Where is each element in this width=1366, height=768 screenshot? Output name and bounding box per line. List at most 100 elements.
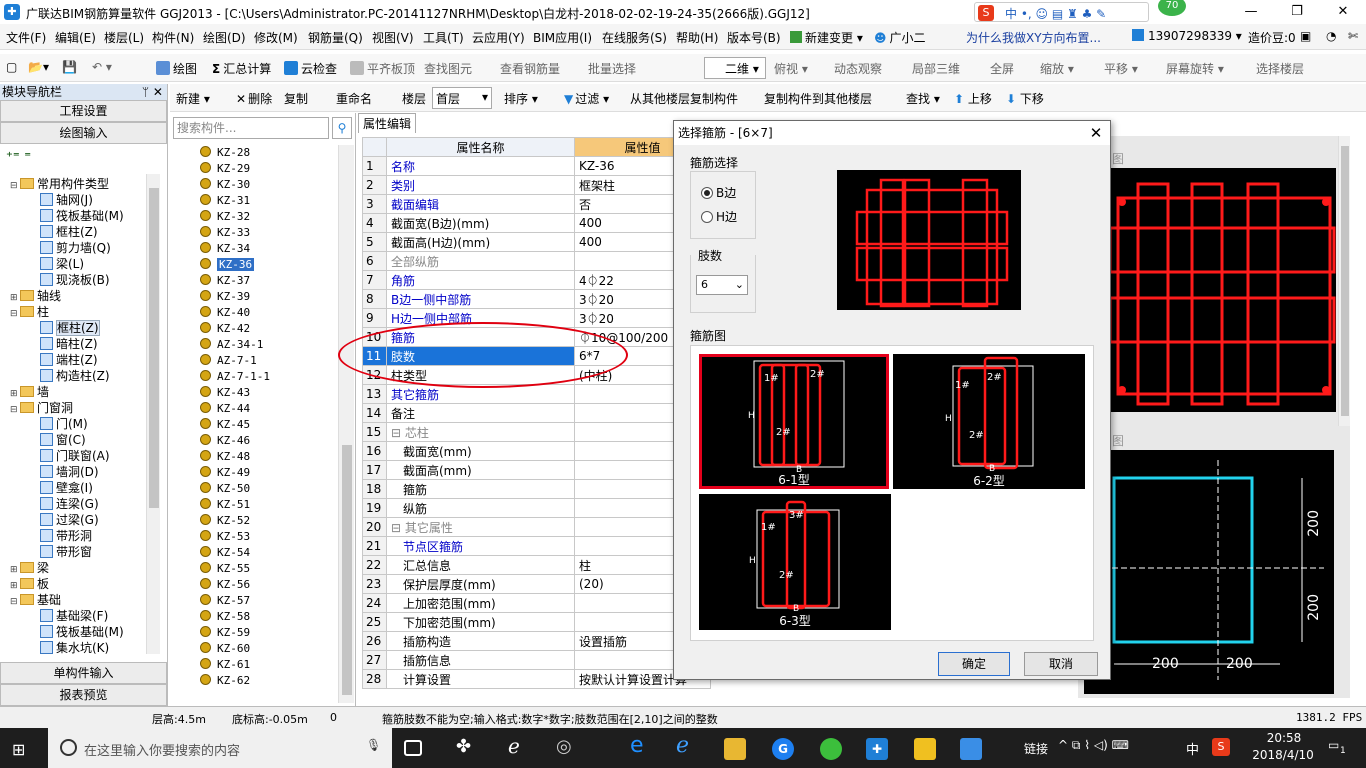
undo-icon[interactable]: ↶ ▾ (92, 60, 112, 74)
thumb-icon[interactable]: ◔ (1326, 29, 1336, 43)
spiral-app-icon[interactable]: ◎ (556, 736, 578, 758)
minimize-button[interactable]: — (1228, 2, 1274, 22)
flat-board-button[interactable]: 平齐板顶 (350, 60, 415, 77)
tree-item[interactable]: 暗柱(Z) (40, 336, 98, 352)
green-app-icon[interactable] (820, 738, 842, 760)
menu-tools[interactable]: 工具(T) (423, 29, 464, 46)
component-list-item[interactable]: KZ-60 (200, 641, 250, 657)
component-list-item[interactable]: KZ-58 (200, 609, 250, 625)
tree-item[interactable]: 框柱(Z) (40, 224, 98, 240)
tree-item[interactable]: 连梁(G) (40, 496, 99, 512)
new-file-icon[interactable]: ▢ (6, 60, 17, 74)
tree-item[interactable]: 构造柱(Z) (40, 368, 110, 384)
menu-help[interactable]: 帮助(H) (676, 29, 718, 46)
fullscreen-button[interactable]: 全屏 (990, 60, 1014, 77)
tray-icons[interactable]: ^ ⧉ ⌇ ◁) ⌨ (1058, 738, 1129, 753)
tree-item[interactable]: ⊞ 梁 (10, 560, 49, 576)
file-explorer-icon[interactable] (724, 738, 746, 760)
collapse-icon[interactable]: ⊟ (10, 402, 20, 418)
component-list-item[interactable]: KZ-53 (200, 529, 250, 545)
property-row[interactable]: 18 箍筋 (362, 479, 711, 499)
delete-button[interactable]: ✕ 删除 (236, 90, 272, 107)
project-settings-button[interactable]: 工程设置 (0, 100, 167, 122)
tree-item[interactable]: 轴网(J) (40, 192, 93, 208)
radio-h-edge[interactable]: H边 (701, 208, 737, 225)
copy-button[interactable]: 复制 (284, 90, 308, 107)
component-list-item[interactable]: KZ-57 (200, 593, 250, 609)
menu-draw[interactable]: 绘图(D) (203, 29, 246, 46)
filter-button[interactable]: ▼ 过滤 ▾ (564, 90, 609, 107)
tree-item[interactable]: ⊟ 柱 (10, 304, 49, 320)
component-list-item[interactable]: KZ-33 (200, 225, 250, 241)
component-list-item[interactable]: KZ-42 (200, 321, 250, 337)
component-search-input[interactable]: 搜索构件... (173, 117, 329, 139)
menu-component[interactable]: 构件(N) (152, 29, 194, 46)
new-component-button[interactable]: 新建 ▾ (176, 90, 210, 107)
property-editor-tab[interactable]: 属性编辑 (358, 113, 416, 133)
tree-item[interactable]: 筏板基础(M) (40, 624, 124, 640)
property-row[interactable]: 14 备注 (362, 403, 711, 423)
radio-b-edge[interactable]: B边 (701, 184, 736, 201)
menu-file[interactable]: 文件(F) (6, 29, 46, 46)
property-row[interactable]: 5 截面高(H边)(mm) 400 (362, 232, 711, 252)
tree-item[interactable]: ⊟ 常用构件类型 (10, 176, 109, 192)
menu-new-change[interactable]: 新建变更 ▾ (790, 29, 863, 46)
property-row[interactable]: 2 类别 框架柱 (362, 175, 711, 195)
property-row[interactable]: 3 截面编辑否 (362, 194, 711, 214)
dialog-close-button[interactable]: ✕ (1082, 121, 1110, 145)
sum-button[interactable]: Σ 汇总计算 (212, 60, 271, 77)
taskbar-link-label[interactable]: 链接 (1024, 740, 1048, 757)
user-phone[interactable]: 13907298339 ▾ (1132, 29, 1242, 43)
menu-rebar[interactable]: 钢筋量(Q) (308, 29, 363, 46)
taskbar-search-box[interactable]: 在这里输入你要搜索的内容 🎙 (48, 728, 392, 768)
ime-toolbar[interactable]: S 中 •, ☺ ▤ ♜ ♣ ✎ (974, 2, 1149, 22)
window-app-icon[interactable] (960, 738, 982, 760)
menu-floor[interactable]: 楼层(L) (104, 29, 144, 46)
collapse-icon[interactable]: ⊟ (10, 594, 20, 610)
component-list-item[interactable]: KZ-56 (200, 577, 250, 593)
tree-item[interactable]: 端柱(Z) (40, 352, 98, 368)
component-list-item[interactable]: AZ-7-1 (200, 353, 257, 369)
tree-item[interactable]: 剪力墙(Q) (40, 240, 111, 256)
tree-item[interactable]: 壁龛(I) (40, 480, 93, 496)
property-row[interactable]: 27 插筋信息 (362, 650, 711, 670)
property-row[interactable]: 16 截面宽(mm) (362, 441, 711, 461)
component-list-item[interactable]: AZ-34-1 (200, 337, 263, 353)
tree-item[interactable]: 窗(C) (40, 432, 86, 448)
component-list-item[interactable]: KZ-30 (200, 177, 250, 193)
component-list-item[interactable]: KZ-39 (200, 289, 250, 305)
dynamic-view-button[interactable]: 动态观察 (834, 60, 882, 77)
property-row[interactable]: 13 其它箍筋 (362, 384, 711, 404)
tree-item[interactable]: 梁(L) (40, 256, 84, 272)
component-list-item[interactable]: KZ-36 (200, 257, 255, 273)
property-row[interactable]: 26 插筋构造 设置插筋 (362, 631, 711, 651)
component-list-item[interactable]: KZ-48 (200, 449, 250, 465)
component-list-item[interactable]: KZ-34 (200, 241, 250, 257)
tree-item[interactable]: 框柱(Z) (40, 320, 100, 336)
component-list-item[interactable]: KZ-59 (200, 625, 250, 641)
save-icon[interactable]: 💾 (62, 60, 77, 74)
view-rebar-button[interactable]: 查看钢筋量 (500, 60, 560, 77)
draw-button[interactable]: 绘图 (156, 60, 197, 77)
cloud-check-button[interactable]: 云检查 (284, 60, 337, 77)
component-list-item[interactable]: KZ-46 (200, 433, 250, 449)
g-app-icon[interactable]: G (772, 738, 794, 760)
ime-indicator[interactable]: 中 (1186, 739, 1199, 758)
component-list-item[interactable]: KZ-43 (200, 385, 250, 401)
component-list-item[interactable]: KZ-37 (200, 273, 250, 289)
tree-item[interactable]: 集水坑(K) (40, 640, 109, 656)
sort-button[interactable]: 排序 ▾ (504, 90, 538, 107)
property-row[interactable]: 1 名称 KZ-36 (362, 156, 711, 176)
local-3d-button[interactable]: 局部三维 (912, 60, 960, 77)
move-down-button[interactable]: ⬇ 下移 (1006, 90, 1044, 107)
tree-item[interactable]: ⊟ 基础 (10, 592, 61, 608)
cancel-button[interactable]: 取消 (1024, 652, 1098, 676)
tree-item[interactable]: ⊞ 板 (10, 576, 49, 592)
batch-select-button[interactable]: 批量选择 (588, 60, 636, 77)
component-list-item[interactable]: KZ-61 (200, 657, 250, 673)
property-row[interactable]: 19 纵筋 (362, 498, 711, 518)
tree-item[interactable]: ⊞ 墙 (10, 384, 49, 400)
select-floor-button[interactable]: 选择楼层 (1256, 60, 1304, 77)
tree-item[interactable]: 基础梁(F) (40, 608, 108, 624)
tree-item[interactable]: 墙洞(D) (40, 464, 99, 480)
